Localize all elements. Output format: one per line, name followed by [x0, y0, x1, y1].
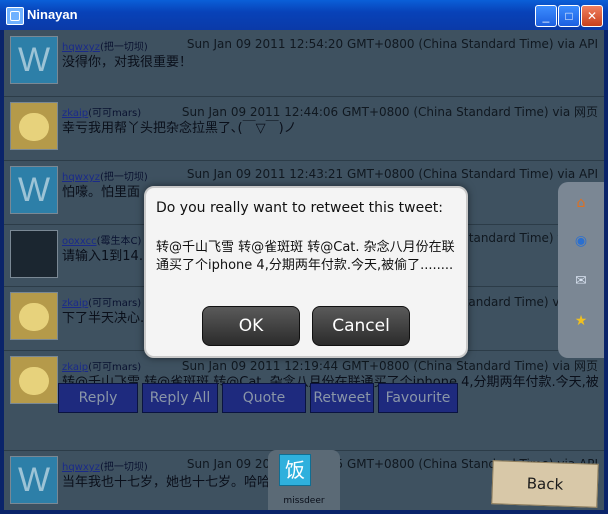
favourite-button[interactable]: Favourite — [378, 383, 458, 413]
user-link[interactable]: zkaip — [62, 298, 88, 309]
user-nickname: (把一切坝) — [99, 172, 148, 183]
avatar[interactable] — [10, 102, 58, 150]
tweet-meta: Sun Jan 09 2011 12:43:21 GMT+0800 (China… — [186, 167, 598, 181]
user-nickname: (可可mars) — [88, 362, 142, 373]
retweet-button[interactable]: Retweet — [310, 383, 374, 413]
user-link[interactable]: hqwxyz — [62, 172, 100, 183]
app-icon — [6, 7, 24, 25]
user-link[interactable]: hqwxyz — [62, 462, 100, 473]
user-nickname: (可可mars) — [88, 298, 142, 309]
username: hqwxyz(把一切坝) — [62, 38, 148, 53]
avatar[interactable] — [10, 356, 58, 404]
avatar[interactable]: W — [10, 456, 58, 504]
tweet-item[interactable]: W hqwxyz(把一切坝) Sun Jan 09 2011 12:54:20 … — [4, 30, 604, 97]
cat-face-icon — [19, 113, 49, 141]
reply-button[interactable]: Reply — [58, 383, 138, 413]
tweet-meta: Sun Jan 09 2011 12:19:44 GMT+0800 (China… — [181, 359, 598, 373]
window-title: Ninayan — [27, 7, 78, 22]
tweet-item[interactable]: zkaip(可可mars) Sun Jan 09 2011 12:44:06 G… — [4, 96, 604, 161]
user-link[interactable]: zkaip — [62, 108, 88, 119]
globe-icon[interactable]: ◉ — [572, 232, 590, 250]
user-nickname: (把一切坝) — [99, 42, 148, 53]
user-link[interactable]: zkaip — [62, 362, 88, 373]
cat-face-icon — [19, 303, 49, 331]
tweet-text: 没得你，对我很重要！ — [62, 55, 193, 70]
user-link[interactable]: hqwxyz — [62, 42, 100, 53]
username: zkaip(可可mars) — [62, 358, 141, 373]
retweet-confirm-dialog: Do you really want to retweet this tweet… — [144, 186, 468, 358]
user-link[interactable]: ooxxcc — [62, 236, 97, 247]
tweet-meta: Sun Jan 09 2011 12:54:20 GMT+0800 (China… — [186, 37, 598, 51]
user-name: missdeer — [283, 496, 325, 506]
reply-all-button[interactable]: Reply All — [142, 383, 218, 413]
avatar[interactable]: W — [10, 36, 58, 84]
app-window: Ninayan _ □ ✕ W hqwxyz(把一切坝) Sun Jan 09 … — [0, 0, 608, 514]
user-avatar[interactable]: 饭 — [279, 454, 311, 486]
ok-button[interactable]: OK — [202, 306, 300, 346]
back-button[interactable]: Back — [491, 460, 599, 508]
close-button[interactable]: ✕ — [581, 5, 603, 27]
current-user[interactable]: 饭 missdeer — [268, 450, 340, 510]
username: zkaip(可可mars) — [62, 294, 141, 309]
username: ooxxcc(霉生本C) — [62, 232, 141, 247]
tweet-meta: Sun Jan 09 2011 12:44:06 GMT+0800 (China… — [181, 105, 598, 119]
username: zkaip(可可mars) — [62, 104, 141, 119]
avatar[interactable]: W — [10, 166, 58, 214]
user-nickname: (把一切坝) — [99, 462, 148, 473]
cancel-button[interactable]: Cancel — [312, 306, 410, 346]
title-bar[interactable]: Ninayan _ □ ✕ — [0, 0, 608, 30]
avatar[interactable] — [10, 292, 58, 340]
username: hqwxyz(把一切坝) — [62, 458, 148, 473]
maximize-button[interactable]: □ — [558, 5, 580, 27]
side-dock: ⌂ ◉ ✉ ★ — [558, 182, 604, 358]
user-nickname: (霉生本C) — [96, 236, 142, 247]
avatar[interactable] — [10, 230, 58, 278]
tweet-text: 幸亏我用帮丫头把杂念拉黑了､(￣▽￣)ノ — [62, 121, 297, 136]
dialog-title: Do you really want to retweet this tweet… — [156, 200, 444, 216]
dialog-message: 转@千山飞雪 转@雀斑斑 转@Cat. 杂念八月份在联通买了个iphone 4,… — [156, 240, 455, 273]
username: hqwxyz(把一切坝) — [62, 168, 148, 183]
user-nickname: (可可mars) — [88, 108, 142, 119]
home-icon[interactable]: ⌂ — [572, 194, 590, 212]
star-icon[interactable]: ★ — [572, 312, 590, 330]
minimize-button[interactable]: _ — [535, 5, 557, 27]
mail-icon[interactable]: ✉ — [572, 272, 590, 290]
cat-face-icon — [19, 367, 49, 395]
quote-button[interactable]: Quote — [222, 383, 306, 413]
